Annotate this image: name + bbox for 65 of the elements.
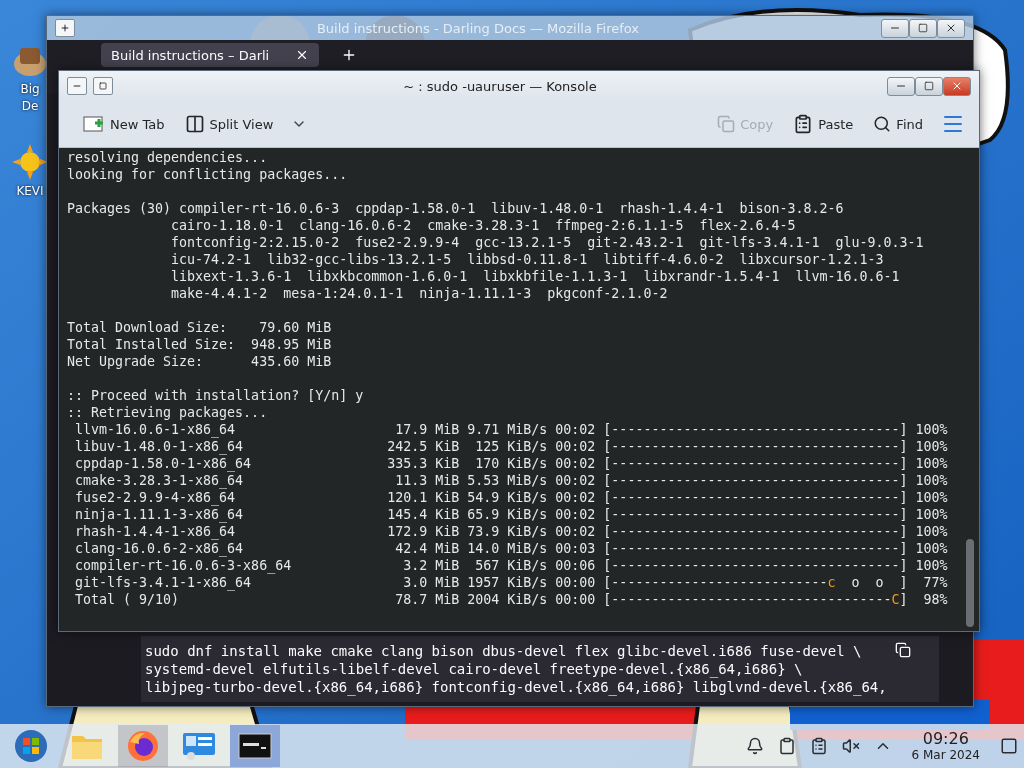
code-line: libjpeg-turbo-devel.{x86_64,i686} fontconfig-devel.{x86_64,i686} libglvnd-devel.{x86_64, [145, 678, 887, 696]
terminal-line: cppdap-1.58.0-1-x86_64 335.3 KiB 170 KiB/s 00:02 [------------------------------------] 100% [74, 455, 949, 472]
minimize-button[interactable] [881, 18, 909, 38]
copy-icon[interactable] [895, 642, 911, 658]
toolbar-button[interactable]: Split View [178, 110, 280, 138]
code-line: sudo dnf install make cmake clang bison dbus-devel flex glibc-devel.i686 fuse-devel \ [145, 642, 862, 660]
maximize-icon [918, 23, 928, 33]
minimize-button[interactable] [887, 76, 915, 96]
new-tab-icon[interactable] [341, 47, 357, 63]
terminal-line: libxext-1.3.6-1 libxkbcommon-1.6.0-1 libxkbfile-1.1.3-1 libxrandr-1.5.4-1 llvm-16.0.6-1 [170, 268, 901, 285]
window-title: ~ : sudo -uauruser — Konsole [402, 78, 598, 94]
copy-icon [717, 115, 736, 133]
maximize-icon [924, 81, 934, 91]
new-tab-icon [83, 114, 105, 134]
browser-tab[interactable]: Build instructions – Darli [101, 43, 319, 67]
close-button[interactable] [943, 76, 971, 96]
terminal-line: Total Download Size: 79.60 MiB [67, 319, 333, 336]
terminal-line: Packages (30) compiler-rt-16.0.6-3 cppdap-1.58.0-1 libuv-1.48.0-1 rhash-1.4.4-1 bison-3.8.2-6 [67, 200, 845, 217]
terminal-line: compiler-rt-16.0.6-3-x86_64 3.2 MiB 567 KiB/s 00:06 [------------------------------------] 100% [74, 557, 949, 574]
terminal-line: cmake-3.28.3-1-x86_64 11.3 MiB 5.53 MiB/s 00:02 [------------------------------------] 100% [74, 472, 949, 489]
terminal-line: icu-74.2-1 lib32-gcc-libs-13.2.1-5 libbsd-0.11.8-1 libtiff-4.6.0-2 libxcursor-1.2.1-3 [170, 251, 885, 268]
window-title: Build instructions - Darling Docs — Mozilla Firefox [315, 20, 641, 36]
terminal-line: libuv-1.48.0-1-x86_64 242.5 KiB 125 KiB/s 00:02 [------------------------------------] 100% [74, 438, 949, 455]
muted-speaker-icon[interactable] [841, 737, 860, 755]
code-line: systemd-devel elfutils-libelf-devel cairo-devel freetype-devel.{x86_64,i686} \ [145, 660, 803, 678]
close-button[interactable] [937, 18, 965, 38]
terminal-line: Total Installed Size: 948.95 MiB [67, 336, 333, 353]
desktop-icon-label[interactable]: Big [20, 82, 40, 97]
terminal-line: ninja-1.11.1-3-x86_64 145.4 KiB 65.9 KiB/s 00:02 [------------------------------------] 100% [74, 506, 949, 523]
toolbar-button[interactable]: New Tab [77, 110, 171, 138]
terminal-line: clang-16.0.6-2-x86_64 42.4 MiB 14.0 MiB/s 00:03 [------------------------------------] 100% [74, 540, 949, 557]
start-orb-icon [14, 729, 48, 763]
terminal-line: fontconfig-2:2.15.0-2 fuse2-2.9.9-4 gcc-13.2.1-5 git-2.43.2-1 git-lfs-3.4.1-1 glu-9.0.3-1 [170, 234, 925, 251]
search-icon [873, 115, 892, 133]
terminal-line: Total ( 9/10) 78.7 MiB 2004 KiB/s 00:00 [-----------------------------------C] 98% [74, 591, 949, 608]
terminal-line: :: Proceed with installation? [Y/n] y [67, 387, 365, 404]
clock[interactable]: 09:26 6 Mar 2024 [905, 730, 986, 762]
show-desktop-icon[interactable] [1000, 737, 1018, 755]
split-view-icon [184, 114, 205, 134]
maximize-button[interactable] [909, 18, 937, 38]
terminal-line: git-lfs-3.4.1-1-x86_64 3.0 MiB 1957 KiB/s 00:00 [---------------------------c o o ] 77% [74, 574, 949, 591]
taskbar-button[interactable] [230, 725, 280, 767]
close-icon [945, 22, 957, 34]
terminal-line: fuse2-2.9.9-4-x86_64 120.1 KiB 54.9 KiB/s 00:02 [------------------------------------] 100% [74, 489, 949, 506]
toolbar-button[interactable]: Find [867, 111, 929, 137]
terminal-line: resolving dependencies... [67, 149, 269, 166]
close-icon [951, 80, 963, 92]
paste-icon [793, 114, 814, 134]
close-icon[interactable] [295, 48, 309, 62]
scrollbar-thumb[interactable] [966, 539, 974, 627]
terminal-line: make-4.4.1-2 mesa-1:24.0.1-1 ninja-1.11.1-3 pkgconf-2.1.0-2 [170, 285, 669, 302]
toolbar-button[interactable]: Paste [787, 110, 860, 138]
maximize-button[interactable] [915, 76, 943, 96]
terminal-line: :: Retrieving packages... [67, 404, 269, 421]
settings-panel-icon [182, 731, 216, 761]
desktop-icon-label[interactable]: KEVI [16, 184, 44, 199]
terminal-line: llvm-16.0.6-1-x86_64 17.9 MiB 9.71 MiB/s 00:02 [------------------------------------] 100% [74, 421, 949, 438]
terminal-line: looking for conflicting packages... [67, 166, 349, 183]
terminal-line: cairo-1.18.0-1 clang-16.0.6-2 cmake-3.28.3-1 ffmpeg-2:6.1.1-5 flex-2.6.4-5 [170, 217, 797, 234]
bell-icon[interactable] [745, 737, 764, 755]
desktop-icon-label[interactable]: De [21, 99, 39, 114]
clipboard-icon[interactable] [777, 737, 796, 755]
terminal-line: Net Upgrade Size: 435.60 MiB [67, 353, 333, 370]
notes-icon[interactable] [809, 737, 828, 755]
terminal-line: rhash-1.4.4-1-x86_64 172.9 KiB 73.9 KiB/s 00:02 [------------------------------------] 100% [74, 523, 949, 540]
